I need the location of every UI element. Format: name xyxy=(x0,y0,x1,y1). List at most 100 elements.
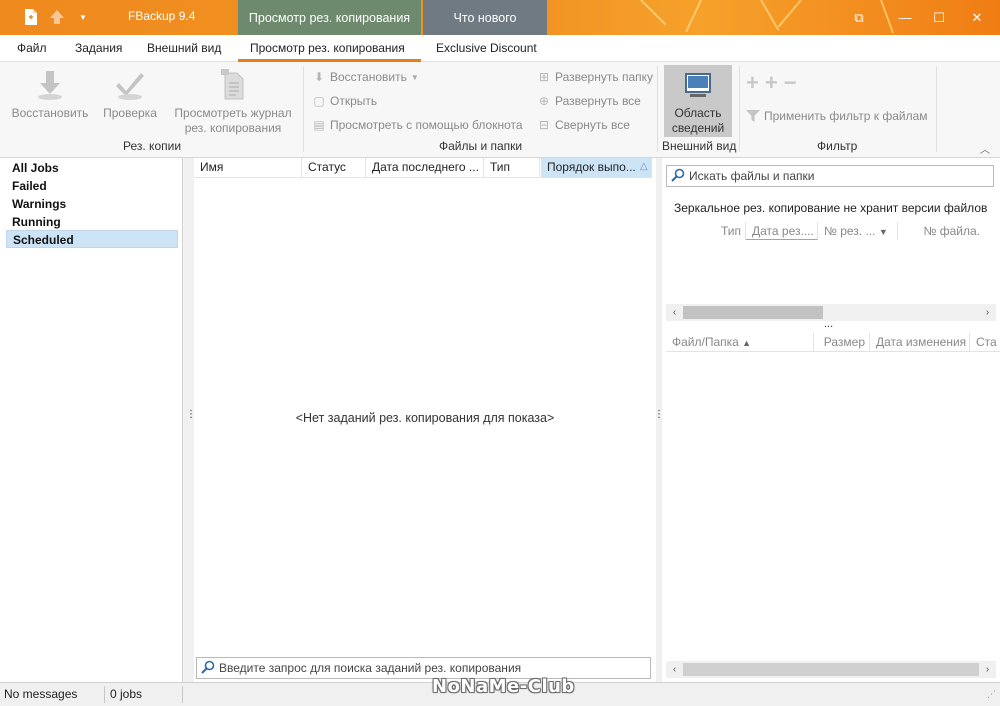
ribbon-tab-bar: Файл Задания Внешний вид Просмотр рез. к… xyxy=(0,35,1000,62)
jobs-filter-running[interactable]: Running xyxy=(6,213,178,231)
files-search-input[interactable]: Искать файлы и папки xyxy=(666,165,994,187)
close-button[interactable]: ✕ xyxy=(960,0,994,35)
jobs-table-panel: Имя Статус Дата последнего ... Тип Поряд… xyxy=(194,158,656,682)
scrollbar-thumb[interactable] xyxy=(683,663,979,676)
apply-filter-button[interactable]: Применить фильтр к файлам xyxy=(746,107,928,125)
view-log-button[interactable]: Просмотреть журнал рез. копирования xyxy=(170,68,296,136)
status-divider xyxy=(104,686,105,703)
search-icon xyxy=(201,660,215,677)
file-column-name-label: Файл/Папка xyxy=(672,335,739,349)
view-notepad-button[interactable]: ▤ Просмотреть с помощью блокнота xyxy=(312,116,523,134)
jobs-filter-panel: All Jobs Failed Warnings Running Schedul… xyxy=(0,158,183,682)
group-label-files: Файлы и папки xyxy=(439,139,523,153)
scroll-left-icon[interactable]: ‹ xyxy=(666,661,683,678)
file-column-modified[interactable]: Дата изменения xyxy=(870,333,970,351)
plus-icon[interactable]: + xyxy=(765,70,778,96)
restore-button[interactable]: Восстановить xyxy=(10,68,90,121)
context-tab-whats-new[interactable]: Что нового xyxy=(423,0,547,35)
context-tab-backup-view[interactable]: Просмотр рез. копирования xyxy=(238,0,421,35)
group-label-backups: Рез. копии xyxy=(123,139,182,153)
left-splitter[interactable]: ⋮ xyxy=(184,158,196,682)
scroll-right-icon[interactable]: › xyxy=(979,661,996,678)
jobs-filter-warnings[interactable]: Warnings xyxy=(6,195,178,213)
column-order-label: Порядок выпо... xyxy=(547,160,636,174)
minimize-button[interactable]: — xyxy=(888,0,922,35)
files-search-placeholder: Искать файлы и папки xyxy=(689,169,815,183)
collapse-ribbon-icon[interactable]: ︿ xyxy=(980,141,990,156)
tab-appearance[interactable]: Внешний вид xyxy=(147,41,221,55)
sort-descending-icon: ▼ xyxy=(878,227,888,237)
resize-grip-icon[interactable]: ⋰ xyxy=(987,689,996,700)
search-icon xyxy=(671,168,685,185)
expand-all-button[interactable]: ⊕ Развернуть все xyxy=(537,92,641,110)
verify-button[interactable]: Проверка xyxy=(100,68,160,121)
open-label: Открыть xyxy=(330,94,378,108)
qat-dropdown-icon[interactable]: ▼ xyxy=(74,8,92,26)
tab-backup-view[interactable]: Просмотр рез. копирования xyxy=(250,41,405,55)
file-column-status[interactable]: Ста xyxy=(970,333,1000,351)
group-label-filter: Фильтр xyxy=(817,139,858,153)
version-column-backup-number[interactable]: № рез. ... ▼ xyxy=(818,222,898,240)
collapse-all-label: Свернуть все xyxy=(555,118,630,132)
details-label-1: Область xyxy=(674,106,722,120)
collapse-all-button[interactable]: ⊟ Свернуть все xyxy=(537,116,630,134)
filter-add-remove: + + − xyxy=(746,70,797,95)
log-document-icon xyxy=(217,68,249,102)
details-pane-icon xyxy=(682,68,714,102)
jobs-filter-failed[interactable]: Failed xyxy=(6,177,178,195)
files-restore-label: Восстановить xyxy=(330,70,407,84)
restore-label: Восстановить xyxy=(11,106,89,120)
checkmark-icon xyxy=(114,68,146,102)
column-type[interactable]: Тип xyxy=(484,158,540,178)
tab-exclusive-discount[interactable]: Exclusive Discount xyxy=(436,41,537,55)
column-order[interactable]: Порядок выпо... xyxy=(541,158,652,178)
up-arrow-icon[interactable] xyxy=(48,8,66,26)
ribbon-display-icon[interactable]: ⧉ xyxy=(842,0,876,35)
ribbon-separator xyxy=(657,66,658,152)
column-status[interactable]: Статус xyxy=(302,158,366,178)
details-label-2: сведений xyxy=(671,121,725,135)
chevron-down-icon: ▼ xyxy=(410,72,419,82)
app-title: FBackup 9.4 xyxy=(128,9,196,23)
version-column-backup-date[interactable]: Дата рез.... xyxy=(746,222,818,240)
ribbon-separator xyxy=(303,66,304,152)
files-scrollbar[interactable]: ‹ › xyxy=(666,661,996,678)
sort-ascending-icon: ▲ xyxy=(742,338,752,348)
ribbon-separator xyxy=(936,66,937,152)
scrollbar-thumb[interactable] xyxy=(683,306,823,319)
tab-jobs[interactable]: Задания xyxy=(75,41,122,55)
file-column-size[interactable]: Размер xyxy=(814,333,870,351)
expand-folder-label: Развернуть папку xyxy=(555,70,653,84)
file-column-name[interactable]: Файл/Папка ▲ xyxy=(666,333,814,351)
view-notepad-label: Просмотреть с помощью блокнота xyxy=(330,118,523,132)
jobs-filter-scheduled[interactable]: Scheduled xyxy=(6,230,178,248)
view-log-label-1: Просмотреть журнал xyxy=(174,106,292,120)
mirror-backup-note: Зеркальное рез. копирование не хранит ве… xyxy=(674,201,988,215)
version-column-type[interactable]: Тип xyxy=(666,222,746,240)
jobs-filter-all[interactable]: All Jobs xyxy=(6,159,178,177)
new-document-icon[interactable] xyxy=(22,8,40,26)
status-messages: No messages xyxy=(4,687,78,701)
column-name[interactable]: Имя xyxy=(194,158,302,178)
expand-all-icon: ⊕ xyxy=(538,94,550,108)
verify-label: Проверка xyxy=(103,106,157,120)
pane-splitter-grip[interactable]: ... xyxy=(824,318,833,330)
status-divider xyxy=(182,686,183,703)
scroll-left-icon[interactable]: ‹ xyxy=(666,304,683,321)
jobs-search-placeholder: Введите запрос для поиска заданий рез. к… xyxy=(219,661,522,675)
quick-access-toolbar: ▼ xyxy=(22,7,92,27)
expand-folder-button[interactable]: ⊞ Развернуть папку xyxy=(537,68,653,86)
files-restore-button[interactable]: ⬇ Восстановить ▼ xyxy=(312,68,419,86)
title-bar: ▼ FBackup 9.4 Просмотр рез. копирования … xyxy=(0,0,1000,35)
restore-button[interactable]: ☐ xyxy=(922,0,956,35)
jobs-search-input[interactable]: Введите запрос для поиска заданий рез. к… xyxy=(196,657,651,679)
status-job-count: 0 jobs xyxy=(110,687,143,701)
minus-icon[interactable]: − xyxy=(784,70,797,96)
plus-icon[interactable]: + xyxy=(746,70,759,96)
column-last-date[interactable]: Дата последнего ... xyxy=(366,158,484,178)
tab-file[interactable]: Файл xyxy=(17,41,47,55)
open-button[interactable]: ▢ Открыть xyxy=(312,92,377,110)
scroll-right-icon[interactable]: › xyxy=(979,304,996,321)
version-column-file-number[interactable]: № файла. xyxy=(898,222,984,240)
details-pane: Искать файлы и папки Зеркальное рез. коп… xyxy=(662,158,1000,682)
